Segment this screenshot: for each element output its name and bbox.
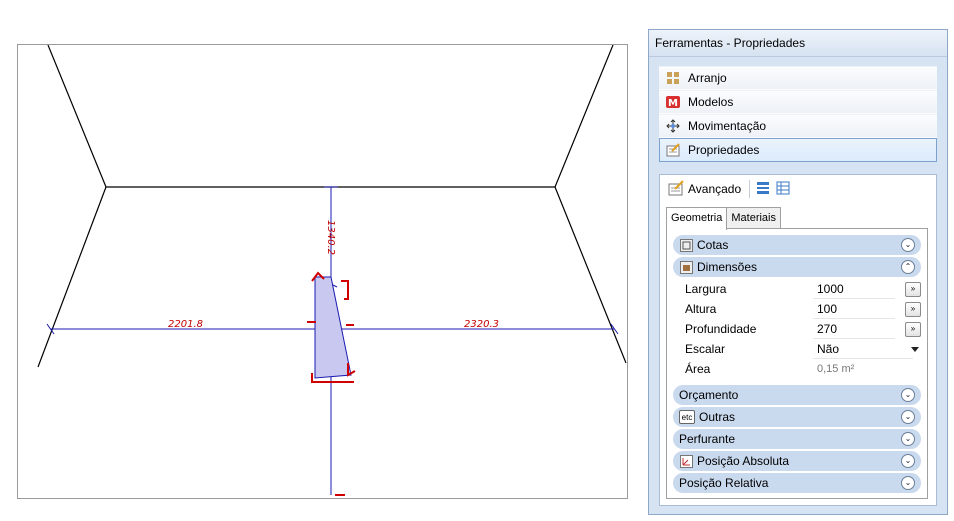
expand-icon[interactable]: ⌄ <box>901 454 915 468</box>
group-label: Posição Relativa <box>679 476 769 490</box>
nav-item-label: Arranjo <box>688 71 727 85</box>
group-cotas[interactable]: Cotas ⌄ <box>673 235 921 255</box>
group-perfurante[interactable]: Perfurante ⌄ <box>673 429 921 449</box>
group-label: Outras <box>699 410 736 424</box>
tab-geometria[interactable]: Geometria <box>666 207 728 230</box>
dropdown-arrow-icon[interactable] <box>911 347 919 352</box>
group-posicao-relativa[interactable]: Posição Relativa ⌄ <box>673 473 921 493</box>
prop-label: Área <box>685 362 711 376</box>
escalar-select[interactable]: Não <box>813 339 913 359</box>
group-dimensoes[interactable]: Dimensões ⌃ <box>673 257 921 277</box>
largura-value[interactable]: 1000 <box>813 279 895 299</box>
prop-row-area: Área 0,15 m² <box>681 359 921 379</box>
dimension-label-top: 1340.2 <box>325 220 336 255</box>
profundidade-more-button[interactable]: » <box>905 322 921 337</box>
area-value: 0,15 m² <box>813 359 913 379</box>
panel-nav: Arranjo M Modelos Movimentação Proprieda… <box>659 66 937 162</box>
group-label: Cotas <box>697 238 729 252</box>
properties-pane: Avançado Geometria Materiais Cotas ⌄ Dim… <box>659 174 937 506</box>
3d-viewport[interactable]: 2201.8 2320.3 1340.2 <box>17 44 628 499</box>
selected-object-shape[interactable] <box>314 276 352 379</box>
group-label: Perfurante <box>679 432 736 446</box>
group-outras[interactable]: etc Outras ⌄ <box>673 407 921 427</box>
nav-item-arranjo[interactable]: Arranjo <box>659 66 937 90</box>
position-axes-icon <box>679 454 693 468</box>
nav-item-modelos[interactable]: M Modelos <box>659 90 937 114</box>
arrangement-icon <box>666 71 680 85</box>
profundidade-value[interactable]: 270 <box>813 319 895 339</box>
expand-icon[interactable]: ⌄ <box>901 410 915 424</box>
altura-value[interactable]: 100 <box>813 299 895 319</box>
expand-icon[interactable]: ⌄ <box>901 432 915 446</box>
room-edge <box>554 186 627 364</box>
prop-label: Escalar <box>685 342 726 356</box>
group-label: Posição Absoluta <box>697 454 790 468</box>
prop-label: Altura <box>685 302 717 316</box>
categorized-view-icon[interactable] <box>756 181 770 198</box>
advanced-button[interactable]: Avançado <box>688 182 741 196</box>
group-label: Orçamento <box>679 388 739 402</box>
largura-more-button[interactable]: » <box>905 282 921 297</box>
alphabetical-view-icon[interactable] <box>776 181 790 198</box>
group-posicao-absoluta[interactable]: Posição Absoluta ⌄ <box>673 451 921 471</box>
expand-icon[interactable]: ⌄ <box>901 238 915 252</box>
toolbar-separator <box>749 180 751 198</box>
scene-canvas: 2201.8 2320.3 1340.2 <box>37 45 627 496</box>
etc-icon-text: etc <box>681 412 693 422</box>
prop-row-escalar: Escalar Não <box>681 339 921 359</box>
nav-item-label: Propriedades <box>688 143 760 157</box>
dimension-label-right: 2320.3 <box>464 319 499 330</box>
prop-row-largura: Largura 1000 » <box>681 279 921 299</box>
expand-icon[interactable]: ⌄ <box>901 476 915 490</box>
properties-icon <box>666 143 680 157</box>
group-label: Dimensões <box>697 260 758 274</box>
handle-mark <box>341 280 349 300</box>
panel-title: Ferramentas - Propriedades <box>649 30 947 57</box>
nav-item-movimentacao[interactable]: Movimentação <box>659 114 937 138</box>
group-orcamento[interactable]: Orçamento ⌄ <box>673 385 921 405</box>
svg-text:M: M <box>668 98 678 109</box>
prop-row-profundidade: Profundidade 270 » <box>681 319 921 339</box>
prop-label: Profundidade <box>685 322 757 336</box>
move-icon <box>666 119 680 133</box>
advanced-icon <box>668 179 684 199</box>
altura-more-button[interactable]: » <box>905 302 921 317</box>
room-edge <box>554 45 614 188</box>
models-icon: M <box>666 95 680 109</box>
dimension-label-left: 2201.8 <box>168 319 203 330</box>
nav-item-propriedades[interactable]: Propriedades <box>659 138 937 162</box>
nav-item-label: Modelos <box>688 95 734 109</box>
property-tabs: Geometria Materiais <box>666 207 781 230</box>
dimensions-box-icon <box>679 260 693 274</box>
dimensions-grid-icon <box>679 238 693 252</box>
tab-body: Cotas ⌄ Dimensões ⌃ Largura 1000 » Altur… <box>666 228 928 499</box>
room-edge <box>37 186 107 368</box>
collapse-icon[interactable]: ⌃ <box>901 260 915 274</box>
properties-toolbar: Avançado <box>660 175 936 203</box>
prop-row-altura: Altura 100 » <box>681 299 921 319</box>
tools-properties-panel: Ferramentas - Propriedades Arranjo M Mod… <box>648 29 948 515</box>
tab-materiais[interactable]: Materiais <box>726 207 781 229</box>
etc-icon: etc <box>679 410 695 424</box>
expand-icon[interactable]: ⌄ <box>901 388 915 402</box>
room-edge <box>47 45 107 188</box>
nav-item-label: Movimentação <box>688 119 767 133</box>
prop-label: Largura <box>685 282 727 296</box>
